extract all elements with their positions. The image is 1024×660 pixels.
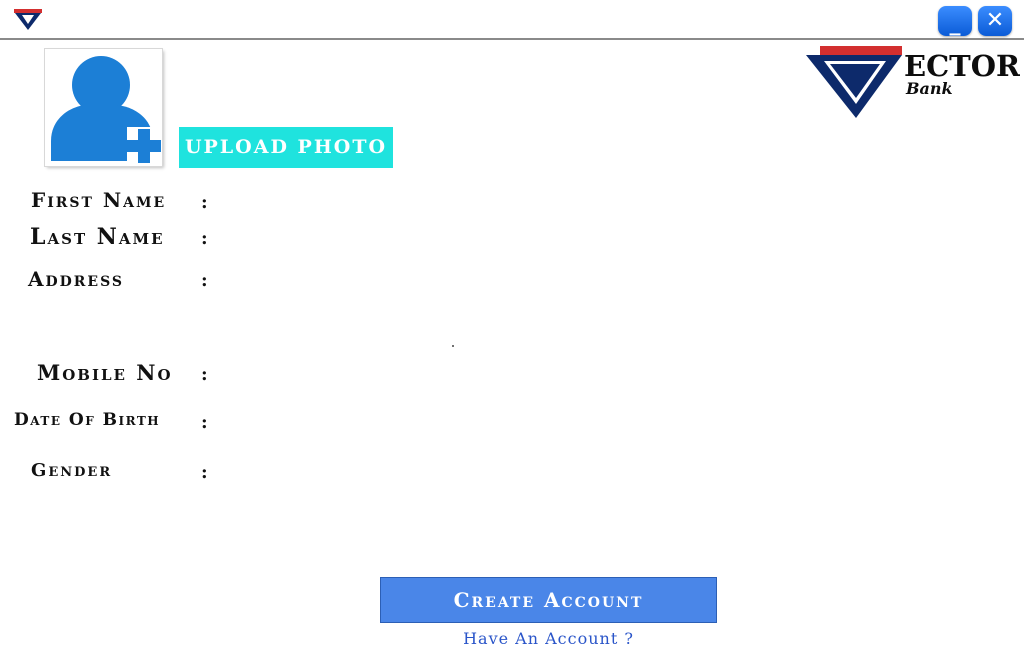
close-button[interactable]: ✕ (978, 6, 1012, 36)
logo-word: ECTOR (904, 49, 1020, 83)
vector-bank-v-icon (14, 9, 42, 30)
have-account-link[interactable]: Have An Account ? (380, 629, 717, 648)
mobile-label: Mobile No (37, 360, 173, 385)
last-name-label: Last Name (30, 224, 165, 250)
minimize-icon: _ (949, 11, 961, 36)
gender-colon: : (201, 462, 208, 483)
close-icon: ✕ (985, 8, 1005, 33)
gender-label: Gender (31, 460, 113, 481)
upload-photo-button[interactable]: UPLOAD PHOTO (179, 127, 393, 168)
dob-colon: : (201, 412, 208, 433)
dob-label: Date Of Birth (14, 410, 161, 430)
last-name-colon: : (201, 228, 208, 249)
address-label: Address (28, 267, 125, 291)
mobile-colon: : (201, 364, 208, 385)
vector-bank-logo: ECTOR Bank (806, 46, 1021, 120)
add-user-icon (51, 56, 163, 163)
stray-dot (452, 345, 454, 347)
create-account-button[interactable]: Create Account (380, 577, 717, 623)
first-name-label: First Name (31, 188, 167, 212)
title-bar: _ ✕ (0, 0, 1024, 40)
profile-photo-placeholder[interactable] (45, 49, 163, 166)
first-name-colon: : (201, 192, 208, 213)
minimize-button[interactable]: _ (938, 6, 972, 36)
vector-bank-logo-mark: ECTOR Bank (806, 46, 1021, 118)
logo-sub: Bank (905, 79, 953, 98)
address-colon: : (201, 270, 208, 291)
